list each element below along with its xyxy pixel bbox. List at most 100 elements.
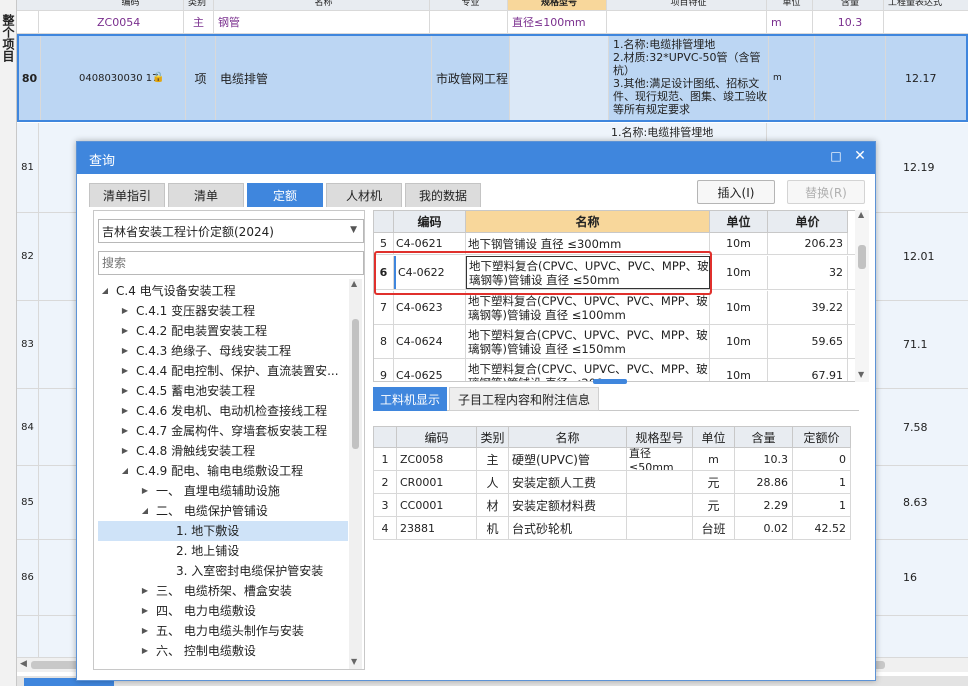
background-sub-row[interactable]: ZC0054 主 钢管 直径≤100mm m 10.3	[17, 11, 968, 34]
tree-node[interactable]: ▶ C.4.1 变压器安装工程	[98, 301, 348, 321]
resource-header-code[interactable]: 编码	[397, 426, 477, 448]
scroll-down-icon[interactable]: ▼	[858, 370, 864, 379]
hdr-code: 编码	[74, 0, 184, 10]
scroll-up-icon[interactable]: ▲	[858, 210, 864, 219]
tree-scroll-thumb[interactable]	[352, 319, 359, 449]
tree-arrow-icon[interactable]: ▶	[120, 421, 130, 441]
row-80-feature: 1.名称:电缆排管埋地 2.材质:32*UPVC-50管（含管杭） 3.其他:满…	[609, 36, 769, 120]
quota-row[interactable]: 7 C4-0623 地下塑料复合(CPVC、UPVC、PVC、MPP、玻璃钢等)…	[374, 291, 858, 325]
left-strip-label: 整个项目	[1, 14, 15, 62]
tree-node[interactable]: ▶ 三、 电缆桥架、槽盒安装	[98, 581, 348, 601]
tree-arrow-icon[interactable]: ▶	[140, 481, 150, 501]
tree-scrollbar[interactable]: ▲ ▼	[349, 279, 362, 669]
resource-header-qty[interactable]: 含量	[735, 426, 793, 448]
tree-node[interactable]: ▶ C.4.8 滑触线安装工程	[98, 441, 348, 461]
tree-node[interactable]: ▶ 五、 电力电缆头制作与安装	[98, 621, 348, 641]
tree-node[interactable]: 3. 入室密封电缆保护管安装	[98, 561, 348, 581]
sub-row-type: 主	[184, 11, 214, 33]
resource-table: 编码 类别 名称 规格型号 单位 含量 定额价 1 ZC0058 主 硬塑(UP…	[373, 426, 851, 542]
tree-arrow-icon[interactable]: ◢	[100, 281, 110, 301]
tree-arrow-icon[interactable]: ◢	[120, 461, 130, 481]
resource-row[interactable]: 3 CC0001 材 安装定额材料费 元 2.29 1	[373, 494, 851, 517]
tab-labor-material-machine[interactable]: 人材机	[326, 183, 402, 207]
row-80-name: 电缆排管	[216, 36, 432, 120]
dialog-title-bar[interactable]: 查询 □ ✕	[77, 142, 875, 174]
hdr-feature: 项目特征	[607, 0, 767, 10]
background-header-row: 编码 类别 名称 专业 规格型号 项目特征 单位 含量 工程量表达式	[17, 0, 968, 11]
quota-table-scrollbar[interactable]: ▲ ▼	[855, 210, 869, 382]
search-input[interactable]	[98, 251, 364, 275]
tab-sub-item-notes[interactable]: 子目工程内容和附注信息	[449, 387, 599, 411]
tree-node[interactable]: ▶ C.4.3 绝缘子、母线安装工程	[98, 341, 348, 361]
row-82-qty: 12.01	[903, 250, 935, 263]
resource-header-price[interactable]: 定额价	[793, 426, 851, 448]
query-dialog: 查询 □ ✕ 清单指引 清单 定额 人材机 我的数据 插入(I) 替换(R) 吉…	[76, 141, 876, 681]
tree-node[interactable]: ▶ C.4.7 金属构件、穿墙套板安装工程	[98, 421, 348, 441]
tree-arrow-icon[interactable]: ▶	[120, 321, 130, 341]
resource-header-unit[interactable]: 单位	[693, 426, 735, 448]
tab-list-guide[interactable]: 清单指引	[89, 183, 165, 207]
row-80-qty: 12.17	[905, 71, 937, 85]
quota-header-unit[interactable]: 单位	[710, 211, 768, 233]
tree-arrow-icon[interactable]: ▶	[120, 341, 130, 361]
tab-list[interactable]: 清单	[168, 183, 244, 207]
tree-node[interactable]: ◢ C.4 电气设备安装工程	[98, 281, 348, 301]
sub-row-name: 钢管	[214, 11, 430, 33]
quota-scroll-thumb[interactable]	[858, 245, 866, 269]
tree-node[interactable]: ▶ 四、 电力电缆敷设	[98, 601, 348, 621]
row-82-number: 82	[17, 213, 39, 300]
tab-resource-display[interactable]: 工料机显示	[373, 387, 447, 411]
quota-header-code[interactable]: 编码	[394, 211, 466, 233]
tree-node[interactable]: ▶ C.4.2 配电装置安装工程	[98, 321, 348, 341]
resource-header-type[interactable]: 类别	[477, 426, 509, 448]
resource-header-spec[interactable]: 规格型号	[627, 426, 693, 448]
tree-arrow-icon[interactable]: ◢	[140, 501, 150, 521]
maximize-icon[interactable]: □	[827, 149, 845, 163]
tree-node[interactable]: ▶ 六、 控制电缆敷设	[98, 641, 348, 661]
tree-arrow-icon[interactable]: ▶	[140, 581, 150, 601]
library-select[interactable]: 吉林省安装工程计价定额(2024) ▼	[98, 219, 364, 243]
row-85-number: 85	[17, 466, 39, 539]
insert-button[interactable]: 插入(I)	[697, 180, 775, 204]
scroll-left-icon[interactable]: ◀	[20, 659, 27, 669]
splitter-handle[interactable]	[593, 379, 627, 384]
quota-header-price[interactable]: 单价	[768, 211, 848, 233]
quota-header-name[interactable]: 名称	[466, 211, 710, 233]
resource-row[interactable]: 1 ZC0058 主 硬塑(UPVC)管 直径≤50mm m 10.3 0	[373, 448, 851, 471]
tab-quota[interactable]: 定额	[247, 183, 323, 207]
resource-row[interactable]: 4 23881 机 台式砂轮机 台班 0.02 42.52	[373, 517, 851, 540]
resource-row[interactable]: 2 CR0001 人 安装定额人工费 元 28.86 1	[373, 471, 851, 494]
tree-node[interactable]: ▶ C.4.5 蓄电池安装工程	[98, 381, 348, 401]
scroll-up-icon[interactable]: ▲	[351, 279, 357, 288]
tree-arrow-icon[interactable]: ▶	[120, 301, 130, 321]
lock-icon: 🔒	[152, 72, 165, 83]
tree-arrow-icon[interactable]: ▶	[120, 361, 130, 381]
tree-arrow-icon[interactable]: ▶	[120, 441, 130, 461]
sub-row-qty: 10.3	[813, 11, 884, 33]
sub-row-unit: m	[767, 11, 813, 33]
tree-arrow-icon[interactable]: ▶	[120, 401, 130, 421]
scroll-down-icon[interactable]: ▼	[351, 657, 357, 666]
row-84-qty: 7.58	[903, 420, 928, 434]
row-81-qty: 12.19	[903, 161, 935, 174]
tree-arrow-icon[interactable]: ▶	[140, 621, 150, 641]
tree-node[interactable]: 2. 地上铺设	[98, 541, 348, 561]
tree-node-selected[interactable]: 1. 地下敷设	[98, 521, 348, 541]
close-icon[interactable]: ✕	[851, 148, 869, 164]
tree-arrow-icon[interactable]: ▶	[140, 601, 150, 621]
row-80-type: 项	[186, 36, 216, 120]
quota-row[interactable]: 8 C4-0624 地下塑料复合(CPVC、UPVC、PVC、MPP、玻璃钢等)…	[374, 325, 858, 359]
hdr-name: 名称	[214, 0, 430, 10]
tree-arrow-icon[interactable]: ▶	[140, 641, 150, 661]
tree-node[interactable]: ◢ C.4.9 配电、输电电缆敷设工程	[98, 461, 348, 481]
background-row-80[interactable]: 80 0408030030 17 🔒 项 电缆排管 市政管网工程 1.名称:电缆…	[17, 34, 968, 122]
left-strip: 整个项目	[0, 0, 17, 686]
resource-header-name[interactable]: 名称	[509, 426, 627, 448]
tree-node[interactable]: ▶ 一、 直埋电缆辅助设施	[98, 481, 348, 501]
tree-node[interactable]: ◢ 二、 电缆保护管铺设	[98, 501, 348, 521]
tree-arrow-icon[interactable]: ▶	[120, 381, 130, 401]
tab-my-data[interactable]: 我的数据	[405, 183, 481, 207]
replace-button[interactable]: 替换(R)	[787, 180, 865, 204]
tree-node[interactable]: ▶ C.4.6 发电机、电动机检查接线工程	[98, 401, 348, 421]
tree-node[interactable]: ▶ C.4.4 配电控制、保护、直流装置安...	[98, 361, 348, 381]
